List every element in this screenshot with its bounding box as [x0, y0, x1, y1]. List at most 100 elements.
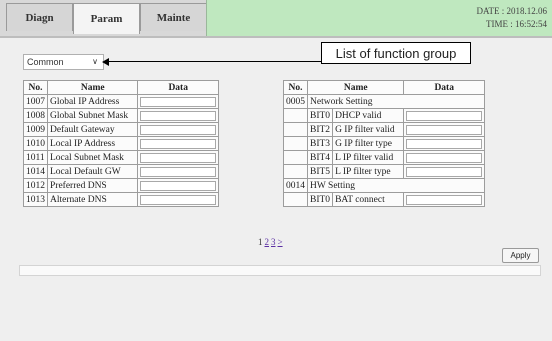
param-no: 0014	[283, 178, 308, 193]
table-row: 1010 Local IP Address	[23, 136, 219, 151]
tab-mainte[interactable]: Mainte	[140, 3, 207, 31]
data-input[interactable]	[140, 96, 216, 107]
data-cell	[403, 122, 485, 137]
bit-name: BAT connect	[332, 192, 405, 207]
param-no: 0005	[283, 94, 308, 109]
top-bar: Diagn Param Mainte DATE : 2018.12.06 TIM…	[0, 0, 552, 36]
blank-cell	[283, 192, 308, 207]
function-group-value: Common	[27, 57, 64, 67]
header-divider	[0, 36, 552, 38]
callout-label: List of function group	[321, 42, 471, 64]
data-input[interactable]	[140, 194, 216, 205]
table-row: 0014 HW Setting	[283, 178, 485, 193]
table-row: BIT0 BAT connect	[283, 192, 485, 207]
data-cell	[137, 136, 219, 151]
table-row: 0005 Network Setting	[283, 94, 485, 109]
blank-cell	[283, 122, 308, 137]
column-header-no: No.	[283, 80, 308, 95]
data-input[interactable]	[406, 166, 482, 177]
param-no: 1014	[23, 164, 48, 179]
param-name: HW Setting	[307, 178, 485, 193]
data-cell	[403, 108, 485, 123]
pagination: 1 2 3 >	[258, 237, 283, 247]
data-input[interactable]	[406, 138, 482, 149]
table-row: 1011 Local Subnet Mask	[23, 150, 219, 165]
data-input[interactable]	[406, 194, 482, 205]
param-no: 1009	[23, 122, 48, 137]
data-input[interactable]	[140, 124, 216, 135]
column-header-data: Data	[403, 80, 485, 95]
data-input[interactable]	[140, 152, 216, 163]
apply-button[interactable]: Apply	[502, 248, 539, 263]
tab-diagn[interactable]: Diagn	[6, 3, 73, 31]
time-readout: TIME : 16:52:54	[486, 19, 547, 29]
left-parameter-table: No. Name Data 1007 Global IP Address 1008 G…	[23, 80, 219, 207]
page-current: 1	[258, 237, 263, 247]
table-row: 1008 Global Subnet Mask	[23, 108, 219, 123]
blank-cell	[283, 136, 308, 151]
bit-label: BIT0	[306, 192, 334, 207]
table-row: BIT2 G IP filter valid	[283, 122, 485, 137]
table-row: 1013 Alternate DNS	[23, 192, 219, 207]
data-input[interactable]	[140, 166, 216, 177]
data-cell	[137, 108, 219, 123]
tab-param[interactable]: Param	[73, 3, 140, 34]
param-name: Global Subnet Mask	[46, 108, 139, 123]
param-name: Global IP Address	[46, 94, 139, 109]
data-cell	[137, 164, 219, 179]
table-row: 1014 Local Default GW	[23, 164, 219, 179]
param-no: 1013	[23, 192, 48, 207]
bit-label: BIT0	[306, 108, 334, 123]
param-no: 1012	[23, 178, 48, 193]
blank-cell	[283, 150, 308, 165]
data-cell	[403, 150, 485, 165]
data-cell	[403, 136, 485, 151]
data-input[interactable]	[406, 110, 482, 121]
data-input[interactable]	[140, 110, 216, 121]
param-name: Local IP Address	[46, 136, 139, 151]
callout-line	[106, 61, 321, 62]
param-name: Alternate DNS	[46, 192, 139, 207]
table-header-row: No. Name Data	[23, 80, 219, 95]
table-row: BIT0 DHCP valid	[283, 108, 485, 123]
data-cell	[137, 94, 219, 109]
data-cell	[137, 150, 219, 165]
table-row: 1007 Global IP Address	[23, 94, 219, 109]
data-cell	[403, 164, 485, 179]
data-cell	[137, 178, 219, 193]
param-no: 1011	[23, 150, 48, 165]
column-header-name: Name	[46, 80, 139, 95]
data-cell	[403, 192, 485, 207]
status-area: DATE : 2018.12.06 TIME : 16:52:54	[206, 0, 552, 36]
callout-arrow-icon	[102, 58, 109, 66]
page-link-3[interactable]: 3	[271, 237, 276, 247]
data-input[interactable]	[406, 124, 482, 135]
param-name: Local Subnet Mask	[46, 150, 139, 165]
data-input[interactable]	[140, 180, 216, 191]
bit-label: BIT4	[306, 150, 334, 165]
data-input[interactable]	[406, 152, 482, 163]
column-header-name: Name	[306, 80, 405, 95]
table-row: 1012 Preferred DNS	[23, 178, 219, 193]
param-no: 1008	[23, 108, 48, 123]
page-next-link[interactable]: >	[278, 237, 283, 247]
column-header-no: No.	[23, 80, 48, 95]
bit-name: L IP filter valid	[332, 150, 405, 165]
table-header-row: No. Name Data	[283, 80, 485, 95]
data-cell	[137, 192, 219, 207]
function-group-select[interactable]: Common ∨	[23, 54, 104, 70]
param-name: Preferred DNS	[46, 178, 139, 193]
bit-name: G IP filter type	[332, 136, 405, 151]
data-input[interactable]	[140, 138, 216, 149]
table-row: BIT3 G IP filter type	[283, 136, 485, 151]
blank-cell	[283, 164, 308, 179]
param-name: Network Setting	[307, 94, 485, 109]
param-no: 1007	[23, 94, 48, 109]
param-no: 1010	[23, 136, 48, 151]
table-row: 1009 Default Gateway	[23, 122, 219, 137]
table-row: BIT5 L IP filter type	[283, 164, 485, 179]
param-name: Local Default GW	[46, 164, 139, 179]
page-link-2[interactable]: 2	[265, 237, 270, 247]
right-parameter-table: No. Name Data 0005 Network Setting BIT0 DHC…	[283, 80, 485, 207]
bit-label: BIT3	[306, 136, 334, 151]
